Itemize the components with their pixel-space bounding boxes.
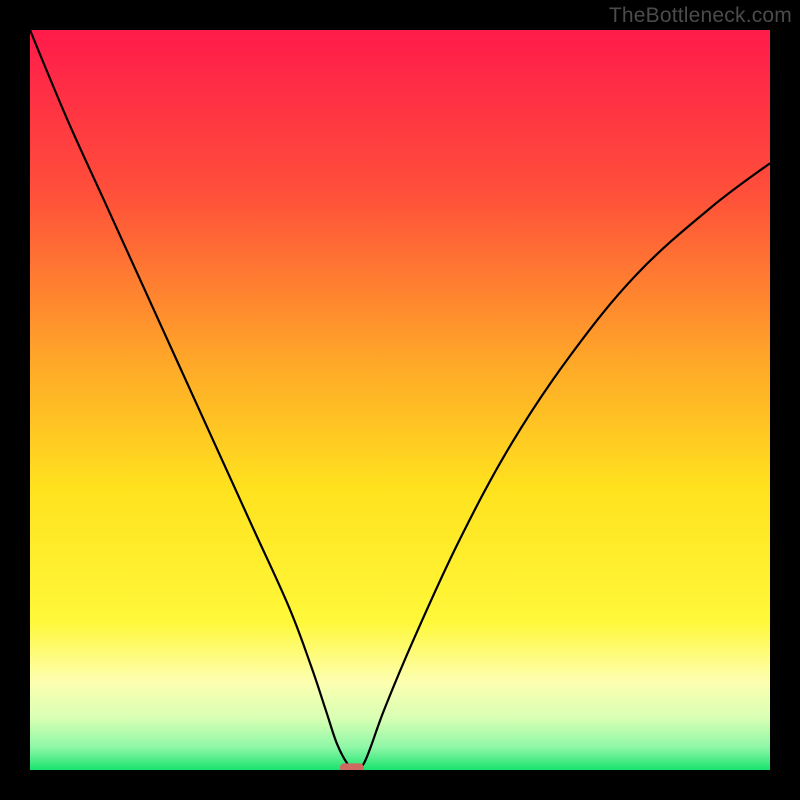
- plot-area: [30, 30, 770, 770]
- gradient-background: [30, 30, 770, 770]
- chart-frame: TheBottleneck.com: [0, 0, 800, 800]
- chart-svg: [30, 30, 770, 770]
- optimal-marker: [340, 763, 364, 770]
- watermark-text: TheBottleneck.com: [609, 4, 792, 28]
